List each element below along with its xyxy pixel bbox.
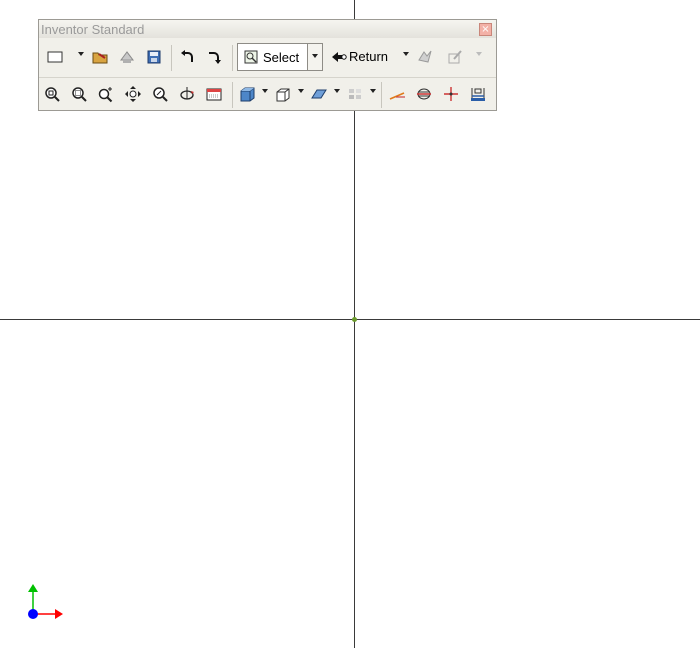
redo-icon <box>209 52 221 64</box>
separator <box>381 82 382 108</box>
update-icon <box>418 50 432 63</box>
dimension-icon <box>471 88 485 101</box>
pan-icon <box>125 86 141 102</box>
close-icon[interactable]: × <box>479 23 492 36</box>
new-dropdown[interactable] <box>78 52 84 56</box>
z-axis-indicator <box>28 609 38 619</box>
canvas-horizontal-axis <box>0 319 700 320</box>
toolbar-title: Inventor Standard <box>41 22 145 37</box>
y-axis-arrow <box>28 584 38 592</box>
rotate-button[interactable] <box>175 82 199 106</box>
open-button[interactable] <box>88 45 112 69</box>
select-button[interactable]: Select <box>237 43 323 71</box>
display-dropdown[interactable] <box>262 89 268 93</box>
projects-button[interactable] <box>115 45 139 69</box>
project-icon <box>120 51 134 63</box>
separator <box>171 45 172 71</box>
dimension-button[interactable] <box>466 82 490 106</box>
sketch-dropdown[interactable] <box>476 52 482 56</box>
inventor-standard-toolbar: Inventor Standard × Select Return <box>38 19 497 111</box>
visibility-icon <box>349 89 361 99</box>
sketch-icon <box>448 50 462 64</box>
ucs-icon <box>444 87 458 101</box>
work-point-icon <box>417 88 431 100</box>
zoom-selected-icon <box>153 87 168 102</box>
select-dropdown[interactable] <box>307 44 322 70</box>
return-dropdown[interactable] <box>403 52 409 56</box>
coordinate-triad <box>28 584 63 619</box>
new-button[interactable] <box>43 45 67 69</box>
camera-view-button[interactable] <box>271 82 295 106</box>
shaded-display-button[interactable] <box>235 82 259 106</box>
work-plane-icon <box>311 89 327 99</box>
select-icon <box>244 50 258 64</box>
select-label: Select <box>263 50 300 65</box>
return-button[interactable]: Return <box>329 45 409 69</box>
visibility-button[interactable] <box>343 82 367 106</box>
undo-button[interactable] <box>175 45 199 69</box>
toolbar-row-1: Select Return <box>39 41 496 75</box>
sketch-button[interactable] <box>443 45 467 69</box>
zoom-window-button[interactable] <box>67 82 91 106</box>
camera-view-icon <box>276 88 290 102</box>
look-at-button[interactable] <box>202 82 226 106</box>
separator <box>232 45 233 71</box>
undo-icon <box>181 50 193 62</box>
zoom-all-icon <box>45 87 60 102</box>
rotate-icon <box>180 87 194 100</box>
work-plane-button[interactable] <box>307 82 331 106</box>
look-at-icon <box>206 88 222 101</box>
open-icon <box>92 52 108 64</box>
toolbar-row-2 <box>39 77 496 112</box>
work-plane-dropdown[interactable] <box>334 89 340 93</box>
separator <box>232 82 233 108</box>
save-icon <box>147 50 161 64</box>
save-button[interactable] <box>142 45 166 69</box>
zoom-selected-button[interactable] <box>148 82 172 106</box>
zoom-all-button[interactable] <box>40 82 64 106</box>
visibility-dropdown[interactable] <box>370 89 376 93</box>
origin-point[interactable] <box>352 317 357 322</box>
return-icon <box>332 52 347 62</box>
zoom-icon <box>98 87 113 103</box>
work-axis-button[interactable] <box>385 82 409 106</box>
x-axis-arrow <box>55 609 63 619</box>
shaded-display-icon <box>240 87 255 102</box>
update-button[interactable] <box>413 45 437 69</box>
zoom-window-icon <box>72 87 87 102</box>
redo-button[interactable] <box>202 45 226 69</box>
ucs-button[interactable] <box>439 82 463 106</box>
return-label: Return <box>349 49 389 64</box>
toolbar-title-bar[interactable]: Inventor Standard × <box>39 20 496 38</box>
work-point-button[interactable] <box>412 82 436 106</box>
work-axis-icon <box>389 92 405 100</box>
pan-button[interactable] <box>121 82 145 106</box>
camera-view-dropdown[interactable] <box>298 89 304 93</box>
new-icon <box>47 51 63 63</box>
zoom-button[interactable] <box>94 82 118 106</box>
